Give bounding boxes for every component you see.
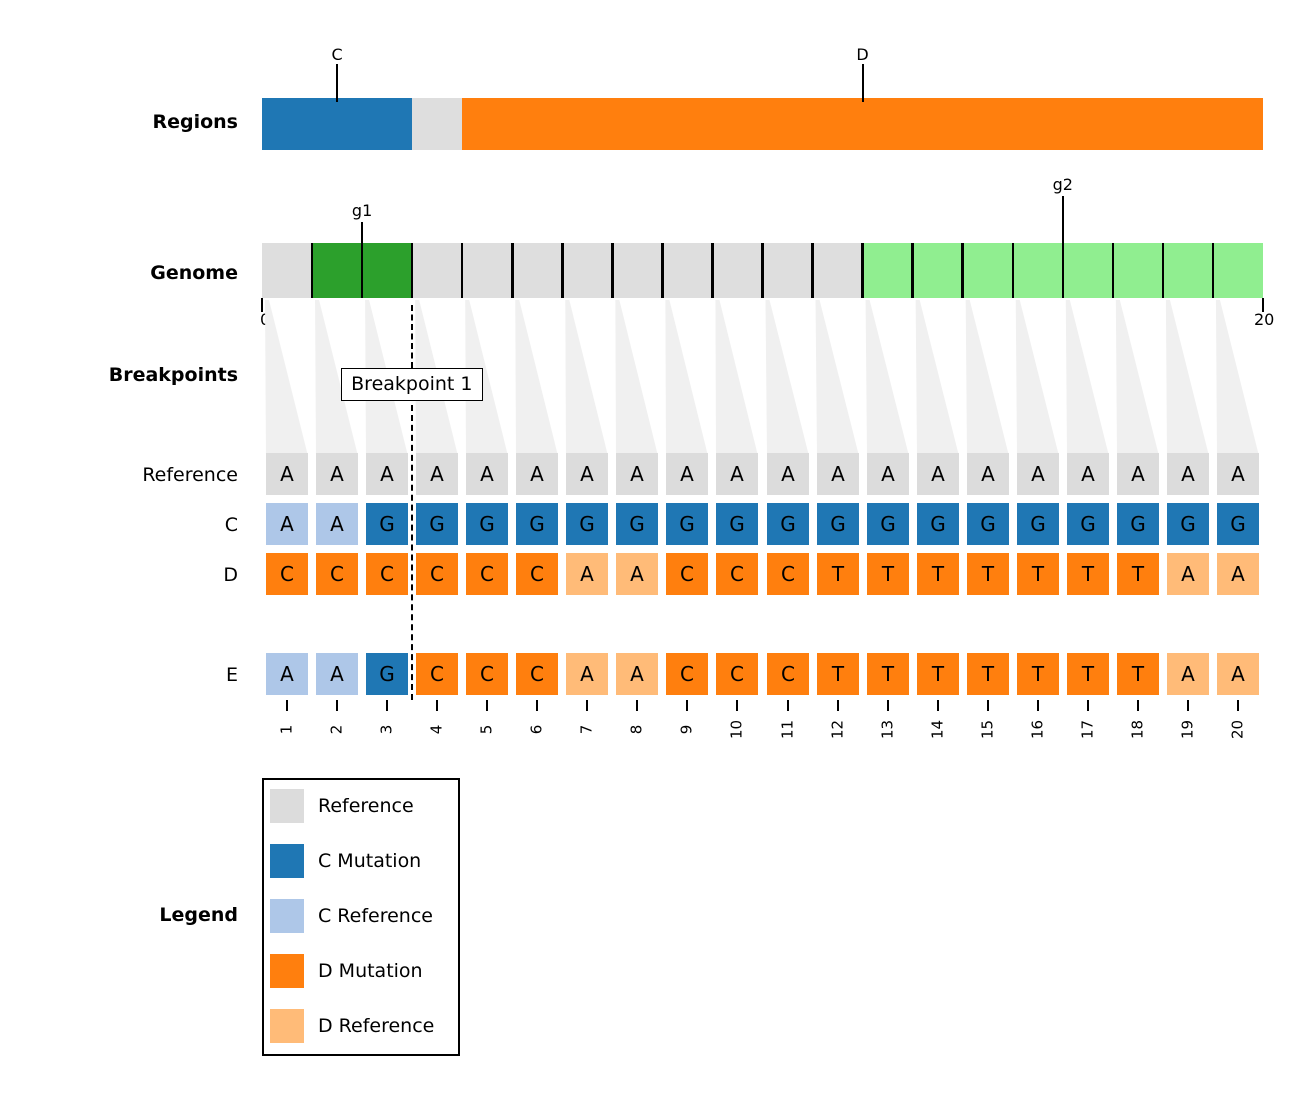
legend-swatch xyxy=(270,844,304,878)
figure-canvas: Regions CD Genome g1 g2 0 20 Breakpoints … xyxy=(0,0,1313,1107)
legend-label: D Mutation xyxy=(318,959,423,982)
legend-label: C Mutation xyxy=(318,849,422,872)
legend-swatch xyxy=(270,1009,304,1043)
legend-entry: D Mutation xyxy=(270,954,423,988)
legend-entry: C Reference xyxy=(270,899,433,933)
legend-entries: Reference C Mutation C Reference D Mutation… xyxy=(0,0,1313,1107)
legend-swatch xyxy=(270,954,304,988)
legend-swatch xyxy=(270,899,304,933)
legend-entry: D Reference xyxy=(270,1009,434,1043)
legend-entry: C Mutation xyxy=(270,844,421,878)
legend-label: D Reference xyxy=(318,1014,435,1037)
legend-label: Reference xyxy=(318,794,414,817)
legend-swatch xyxy=(270,789,304,823)
legend-entry: Reference xyxy=(270,789,414,823)
legend-label: C Reference xyxy=(318,904,433,927)
